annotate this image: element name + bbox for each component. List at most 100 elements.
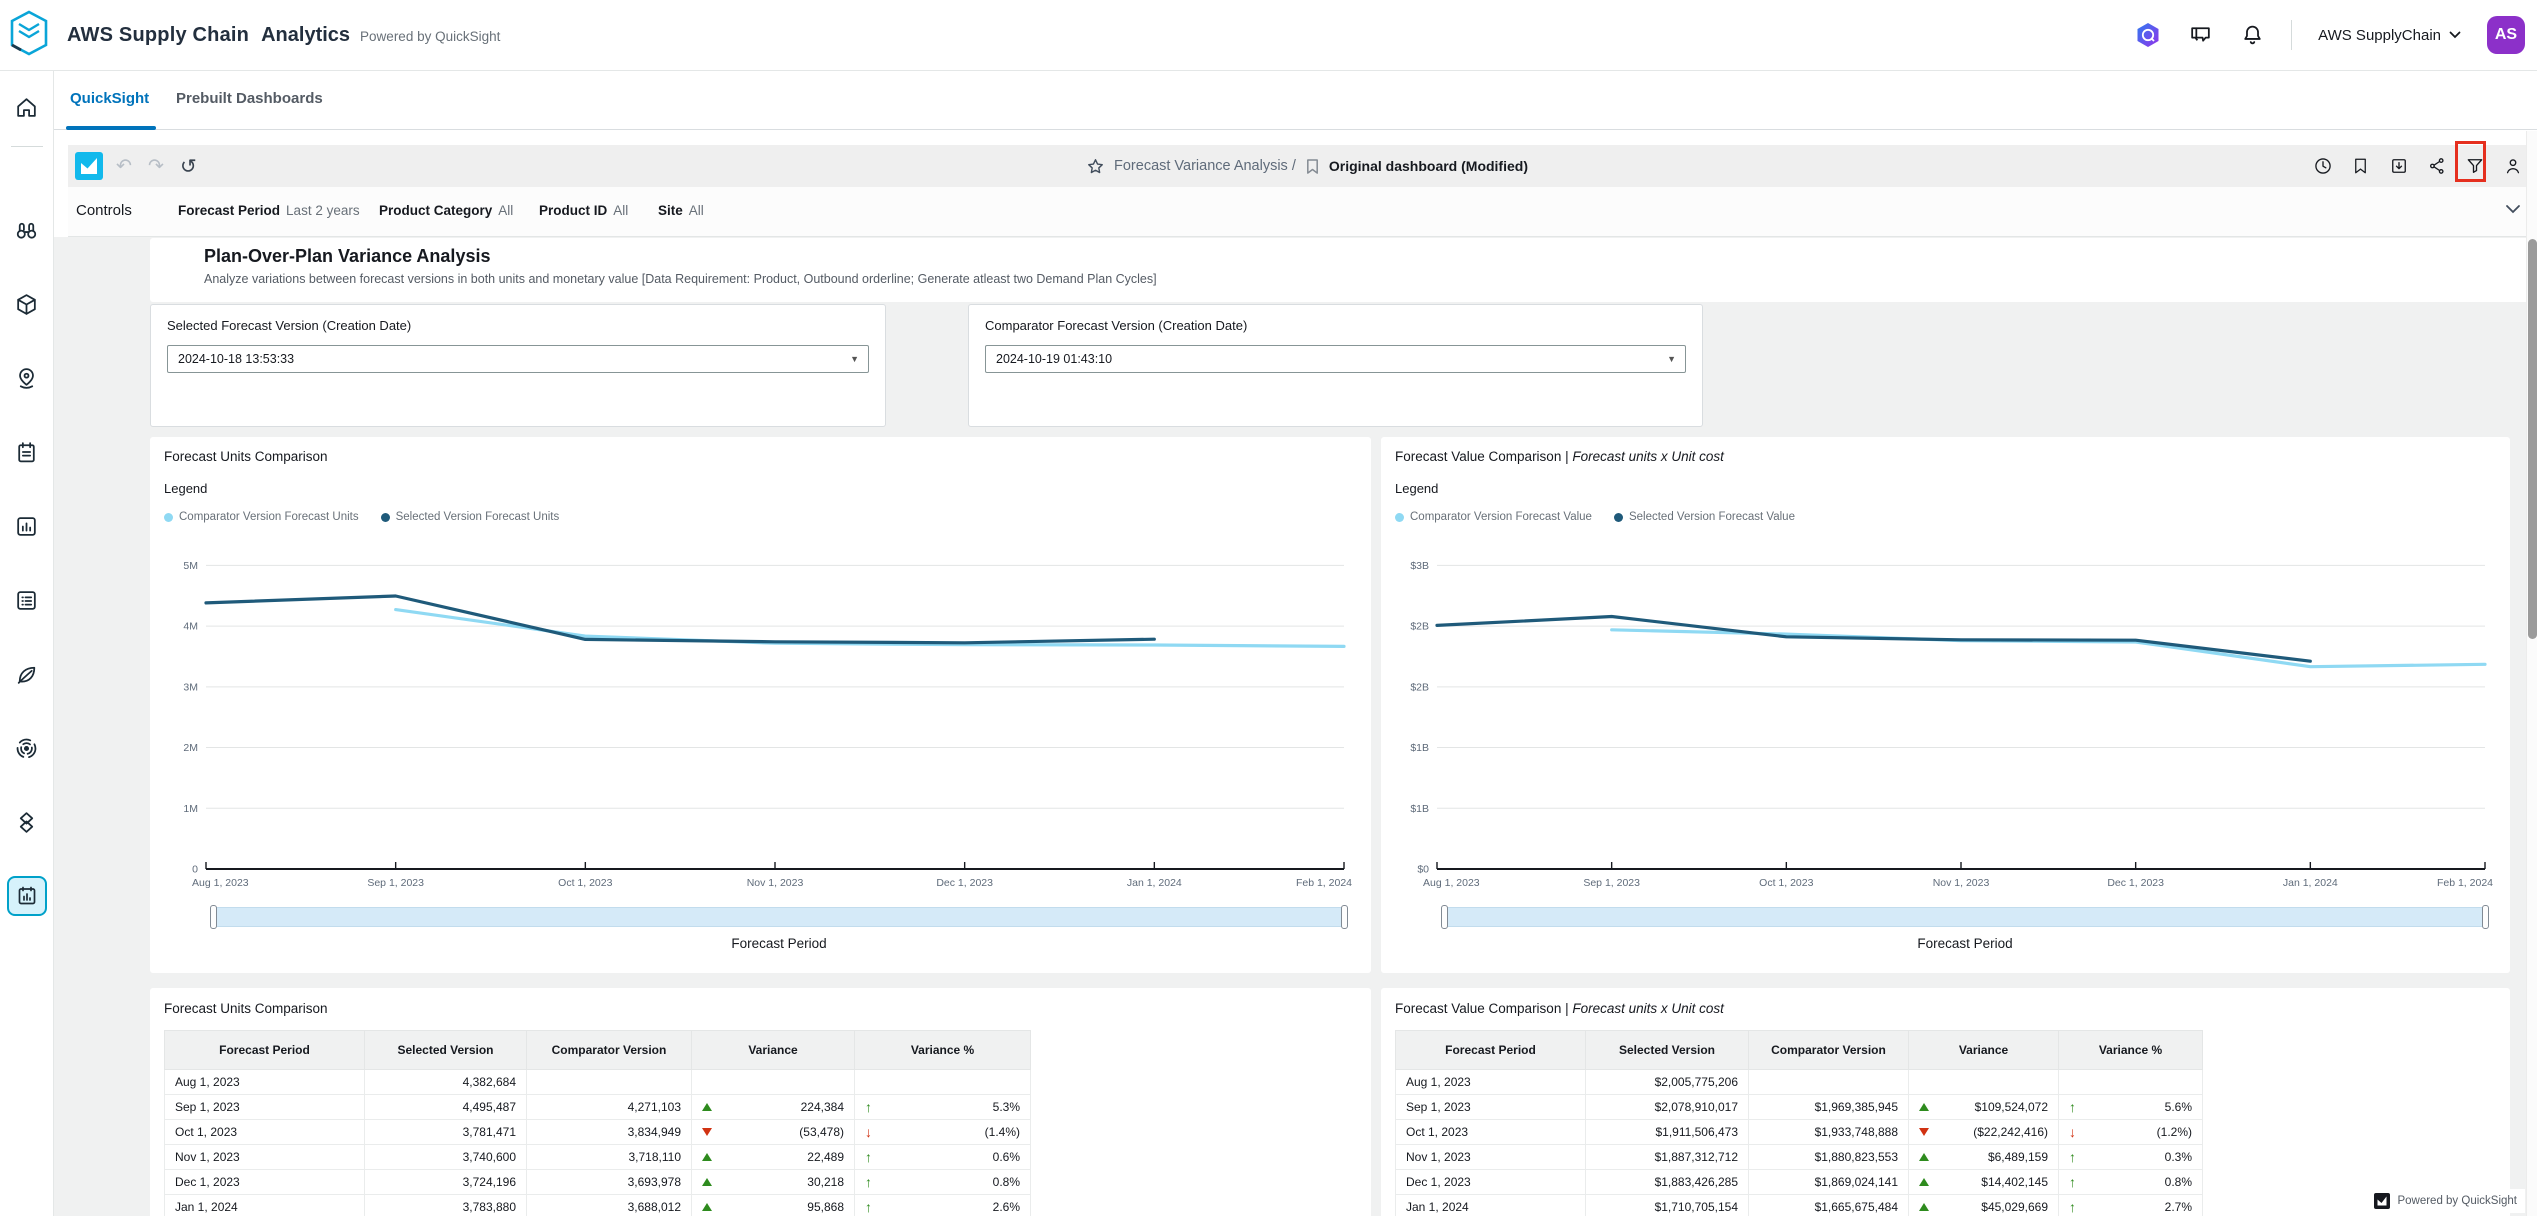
table-cell[interactable]: ↑2.6% bbox=[855, 1195, 1031, 1216]
sidebar-item-sustainability[interactable] bbox=[0, 637, 53, 711]
table-cell[interactable]: $1,911,506,473 bbox=[1586, 1120, 1749, 1145]
sidebar-item-vendor-lead-time[interactable] bbox=[0, 711, 53, 785]
table-cell[interactable]: $1,969,385,945 bbox=[1749, 1095, 1909, 1120]
table-cell[interactable]: 3,783,880 bbox=[365, 1195, 527, 1216]
export-icon[interactable] bbox=[2384, 145, 2413, 187]
table-cell[interactable]: ↑5.6% bbox=[2059, 1095, 2203, 1120]
column-header[interactable]: Comparator Version bbox=[527, 1031, 692, 1070]
table-cell[interactable]: Sep 1, 2023 bbox=[165, 1095, 365, 1120]
table-cell[interactable]: 3,724,196 bbox=[365, 1170, 527, 1195]
user-icon[interactable] bbox=[2498, 145, 2527, 187]
schedule-clock-icon[interactable] bbox=[2308, 145, 2337, 187]
table-cell[interactable]: 30,218 bbox=[692, 1170, 855, 1195]
table-cell[interactable]: ↑0.8% bbox=[2059, 1170, 2203, 1195]
units-date-range-slider[interactable] bbox=[212, 907, 1346, 927]
table-cell[interactable]: 95,868 bbox=[692, 1195, 855, 1216]
table-cell[interactable]: $1,933,748,888 bbox=[1749, 1120, 1909, 1145]
scrollbar-thumb[interactable] bbox=[2528, 239, 2537, 639]
table-cell[interactable]: 4,271,103 bbox=[527, 1095, 692, 1120]
table-cell[interactable]: 3,688,012 bbox=[527, 1195, 692, 1216]
sidebar-item-orders[interactable] bbox=[0, 415, 53, 489]
table-cell[interactable] bbox=[527, 1070, 692, 1095]
table-cell[interactable]: ↑5.3% bbox=[855, 1095, 1031, 1120]
column-header[interactable]: Selected Version bbox=[1586, 1031, 1749, 1070]
table-cell[interactable] bbox=[692, 1070, 855, 1095]
filter-product-category[interactable]: Product CategoryAll bbox=[379, 203, 513, 218]
column-header[interactable]: Comparator Version bbox=[1749, 1031, 1909, 1070]
table-cell[interactable]: ↑0.6% bbox=[855, 1145, 1031, 1170]
sidebar-item-data-lake[interactable] bbox=[0, 785, 53, 859]
table-cell[interactable]: $45,029,669 bbox=[1909, 1195, 2059, 1216]
sidebar-item-work-orders[interactable] bbox=[0, 563, 53, 637]
table-cell[interactable]: $2,005,775,206 bbox=[1586, 1070, 1749, 1095]
sidebar-item-home[interactable] bbox=[0, 71, 53, 144]
feedback-icon[interactable] bbox=[2187, 22, 2213, 48]
table-cell[interactable]: $1,710,705,154 bbox=[1586, 1195, 1749, 1216]
table-cell[interactable]: ↑2.7% bbox=[2059, 1195, 2203, 1216]
column-header[interactable]: Variance bbox=[692, 1031, 855, 1070]
table-cell[interactable]: $2,078,910,017 bbox=[1586, 1095, 1749, 1120]
avatar[interactable]: AS bbox=[2487, 16, 2525, 54]
table-cell[interactable]: Oct 1, 2023 bbox=[1396, 1120, 1586, 1145]
dashboard-name[interactable]: Forecast Variance Analysis / bbox=[1114, 158, 1296, 174]
column-header[interactable]: Selected Version bbox=[365, 1031, 527, 1070]
favorite-star-icon[interactable] bbox=[1086, 157, 1105, 176]
table-cell[interactable]: (53,478) bbox=[692, 1120, 855, 1145]
table-cell[interactable]: $6,489,159 bbox=[1909, 1145, 2059, 1170]
legend-item[interactable]: Comparator Version Forecast Value bbox=[1395, 511, 1592, 523]
share-icon[interactable] bbox=[2422, 145, 2451, 187]
column-header[interactable]: Variance % bbox=[2059, 1031, 2203, 1070]
table-cell[interactable]: ↑0.3% bbox=[2059, 1145, 2203, 1170]
tab-prebuilt-dashboards[interactable]: Prebuilt Dashboards bbox=[176, 90, 323, 107]
table-cell[interactable]: 22,489 bbox=[692, 1145, 855, 1170]
column-header[interactable]: Forecast Period bbox=[1396, 1031, 1586, 1070]
table-cell[interactable]: Nov 1, 2023 bbox=[1396, 1145, 1586, 1170]
table-cell[interactable] bbox=[855, 1070, 1031, 1095]
table-cell[interactable]: Dec 1, 2023 bbox=[1396, 1170, 1586, 1195]
sidebar-item-insights[interactable] bbox=[0, 489, 53, 563]
table-cell[interactable]: 3,781,471 bbox=[365, 1120, 527, 1145]
value-date-range-slider[interactable] bbox=[1443, 907, 2487, 927]
column-header[interactable]: Forecast Period bbox=[165, 1031, 365, 1070]
slider-handle-left[interactable] bbox=[1441, 905, 1448, 929]
table-cell[interactable]: Oct 1, 2023 bbox=[165, 1120, 365, 1145]
reset-button[interactable]: ↺ bbox=[180, 145, 197, 187]
bookmarks-icon[interactable] bbox=[2346, 145, 2375, 187]
table-cell[interactable]: Nov 1, 2023 bbox=[165, 1145, 365, 1170]
filter-site[interactable]: SiteAll bbox=[658, 203, 704, 218]
account-menu[interactable]: AWS SupplyChain bbox=[2318, 27, 2461, 44]
legend-item[interactable]: Selected Version Forecast Units bbox=[381, 511, 560, 523]
table-cell[interactable]: Aug 1, 2023 bbox=[165, 1070, 365, 1095]
tab-quicksight[interactable]: QuickSight bbox=[70, 90, 149, 107]
slider-handle-right[interactable] bbox=[2482, 905, 2489, 929]
table-cell[interactable]: $1,869,024,141 bbox=[1749, 1170, 1909, 1195]
table-cell[interactable] bbox=[1909, 1070, 2059, 1095]
table-cell[interactable]: $1,887,312,712 bbox=[1586, 1145, 1749, 1170]
table-cell[interactable]: 4,382,684 bbox=[365, 1070, 527, 1095]
table-cell[interactable]: ↓(1.2%) bbox=[2059, 1120, 2203, 1145]
table-cell[interactable]: 3,693,978 bbox=[527, 1170, 692, 1195]
table-cell[interactable]: 3,834,949 bbox=[527, 1120, 692, 1145]
table-cell[interactable]: $14,402,145 bbox=[1909, 1170, 2059, 1195]
table-cell[interactable]: Jan 1, 2024 bbox=[1396, 1195, 1586, 1216]
table-cell[interactable] bbox=[1749, 1070, 1909, 1095]
table-cell[interactable]: $109,524,072 bbox=[1909, 1095, 2059, 1120]
table-cell[interactable]: 4,495,487 bbox=[365, 1095, 527, 1120]
table-cell[interactable]: 3,718,110 bbox=[527, 1145, 692, 1170]
table-cell[interactable] bbox=[2059, 1070, 2203, 1095]
sidebar-item-demand-planning[interactable] bbox=[0, 193, 53, 267]
table-cell[interactable]: Sep 1, 2023 bbox=[1396, 1095, 1586, 1120]
sidebar-item-network-map[interactable] bbox=[0, 341, 53, 415]
table-cell[interactable]: $1,880,823,553 bbox=[1749, 1145, 1909, 1170]
table-cell[interactable]: Aug 1, 2023 bbox=[1396, 1070, 1586, 1095]
table-cell[interactable]: $1,883,426,285 bbox=[1586, 1170, 1749, 1195]
undo-button[interactable]: ↶ bbox=[116, 145, 132, 187]
table-cell[interactable]: ↓(1.4%) bbox=[855, 1120, 1031, 1145]
redo-button[interactable]: ↷ bbox=[148, 145, 164, 187]
quicksight-logo[interactable] bbox=[75, 152, 103, 180]
sidebar-item-inventory[interactable] bbox=[0, 267, 53, 341]
filter-forecast-period[interactable]: Forecast PeriodLast 2 years bbox=[178, 203, 360, 218]
table-cell[interactable]: ($22,242,416) bbox=[1909, 1120, 2059, 1145]
table-cell[interactable]: $1,665,675,484 bbox=[1749, 1195, 1909, 1216]
selected-version-dropdown[interactable]: 2024-10-18 13:53:33 ▼ bbox=[167, 345, 869, 373]
